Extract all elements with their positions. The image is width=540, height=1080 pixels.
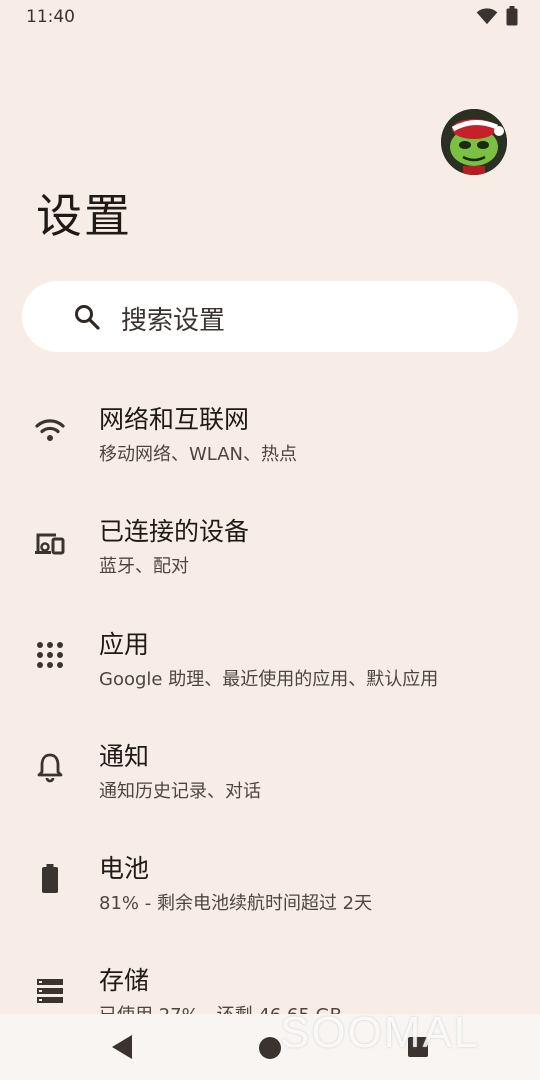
page-title: 设置 xyxy=(36,189,132,243)
setting-title: 通知 xyxy=(99,742,150,771)
setting-item-notifications[interactable]: 通知 通知历史记录、对话 xyxy=(0,709,540,821)
setting-item-battery[interactable]: 电池 81% - 剩余电池续航时间超过 2天 xyxy=(0,821,540,933)
setting-item-apps[interactable]: 应用 Google 助理、最近使用的应用、默认应用 xyxy=(0,597,540,709)
status-icons xyxy=(476,6,518,26)
status-time: 11:40 xyxy=(26,7,75,27)
setting-title: 网络和互联网 xyxy=(99,405,250,434)
status-bar: 11:40 xyxy=(0,0,540,34)
apps-grid-icon xyxy=(37,642,63,668)
setting-subtitle: 81% - 剩余电池续航时间超过 2天 xyxy=(99,893,373,914)
watermark-text: SOOMAL xyxy=(280,1008,481,1057)
avatar-grinch xyxy=(441,109,507,175)
avatar[interactable] xyxy=(441,109,507,175)
setting-subtitle: 通知历史记录、对话 xyxy=(99,781,261,802)
settings-screen: 11:40 设置 搜索设置 网络和互联网 移动网络、WLAN、热点 已连接的设备… xyxy=(0,0,540,1080)
bell-icon xyxy=(37,753,63,783)
back-icon[interactable] xyxy=(110,1034,134,1060)
battery-icon xyxy=(506,6,518,26)
battery-icon xyxy=(42,864,58,893)
setting-subtitle: 移动网络、WLAN、热点 xyxy=(99,444,298,465)
search-bar[interactable]: 搜索设置 xyxy=(22,281,518,352)
search-placeholder: 搜索设置 xyxy=(121,306,226,336)
setting-title: 电池 xyxy=(99,854,150,883)
setting-title: 应用 xyxy=(99,630,150,659)
setting-subtitle: Google 助理、最近使用的应用、默认应用 xyxy=(99,669,439,690)
setting-item-connected-devices[interactable]: 已连接的设备 蓝牙、配对 xyxy=(0,484,540,596)
setting-title: 已连接的设备 xyxy=(99,517,250,546)
wifi-icon xyxy=(35,419,65,441)
search-icon xyxy=(75,305,100,330)
setting-subtitle: 蓝牙、配对 xyxy=(99,556,189,577)
setting-item-network[interactable]: 网络和互联网 移动网络、WLAN、热点 xyxy=(0,372,540,484)
wifi-icon xyxy=(476,8,498,25)
setting-title: 存储 xyxy=(99,966,150,995)
devices-icon xyxy=(35,533,65,555)
storage-icon xyxy=(37,979,63,1003)
